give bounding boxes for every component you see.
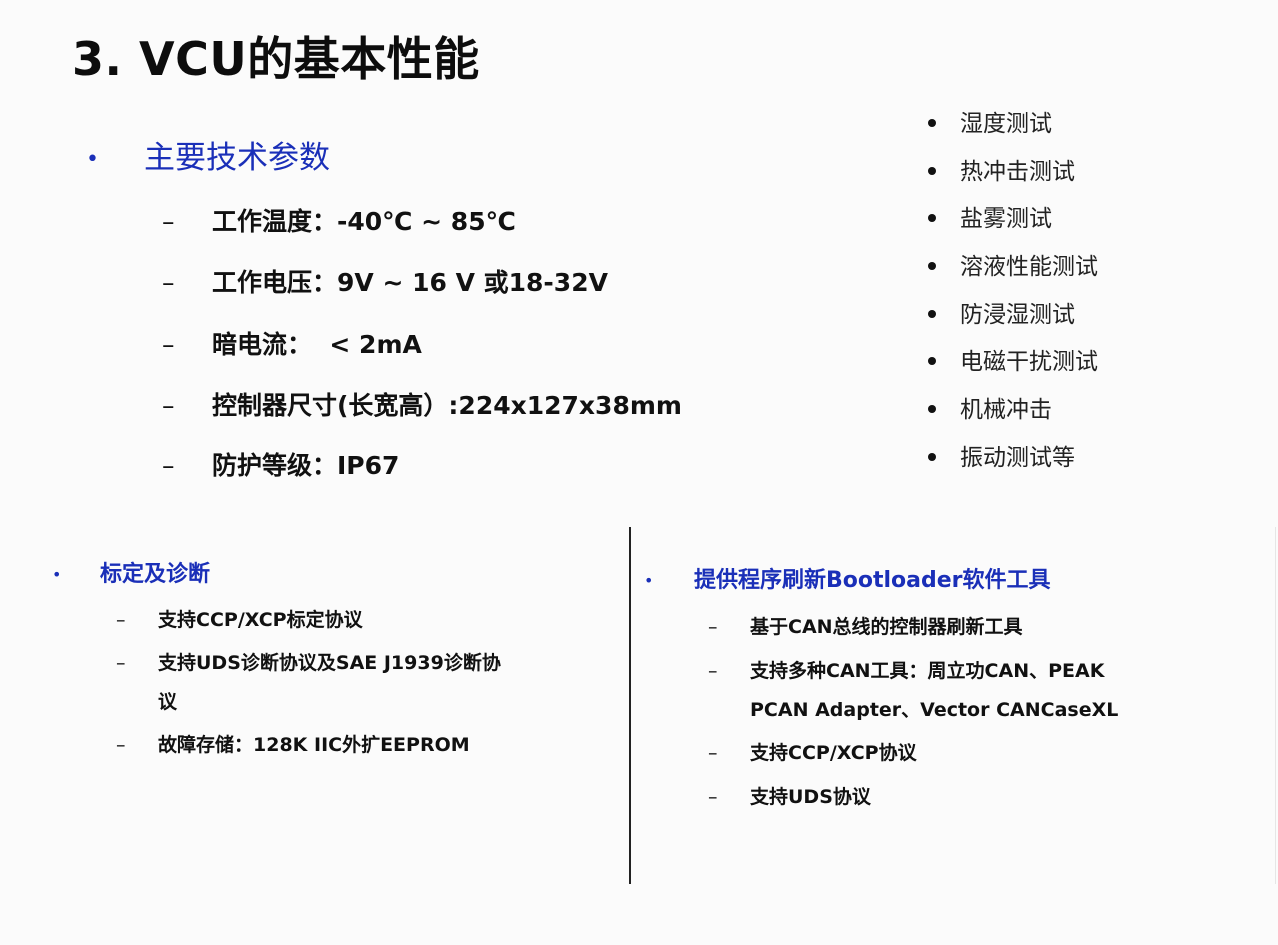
- params-heading-label: 主要技术参数: [144, 140, 330, 176]
- tests-list-item: 溶液性能测试: [928, 247, 1148, 295]
- dash-icon: –: [708, 616, 718, 638]
- test-label: 盐雾测试: [960, 206, 1052, 233]
- test-label: 电磁干扰测试: [960, 349, 1098, 376]
- tests-list: 湿度测试 热冲击测试 盐雾测试 溶液性能测试 防浸湿测试 电磁干扰测试 机械冲击…: [928, 104, 1148, 486]
- test-label: 机械冲击: [960, 397, 1052, 424]
- bootloader-item-text: 基于CAN总线的控制器刷新工具: [750, 616, 1023, 638]
- column-divider: [629, 527, 631, 884]
- bootloader-item-text: 支持多种CAN工具：周立功CAN、PEAK: [750, 660, 1105, 682]
- calibration-item: – 支持CCP/XCP标定协议: [116, 600, 363, 640]
- bootloader-item: – 支持多种CAN工具：周立功CAN、PEAK: [708, 651, 1104, 691]
- bullet-icon: •: [644, 571, 654, 590]
- dash-icon: –: [708, 742, 718, 764]
- params-heading: • 主要技术参数: [86, 136, 330, 182]
- panel-edge: [1275, 527, 1276, 884]
- bullet-icon: [928, 119, 936, 127]
- dash-icon: –: [162, 451, 175, 480]
- tests-list-item: 振动测试等: [928, 438, 1148, 486]
- bullet-icon: •: [86, 146, 99, 172]
- bootloader-item-text: 支持UDS协议: [750, 786, 871, 808]
- tests-list-item: 热冲击测试: [928, 152, 1148, 200]
- bullet-icon: [928, 357, 936, 366]
- bootloader-item: – 支持CCP/XCP协议: [708, 733, 917, 773]
- bootloader-item: – 支持UDS协议: [708, 777, 871, 817]
- calibration-item-continued: 议: [158, 682, 177, 722]
- bullet-icon: •: [52, 565, 62, 584]
- bootloader-item-continued: PCAN Adapter、Vector CANCaseXL: [750, 690, 1118, 730]
- test-label: 湿度测试: [960, 111, 1052, 137]
- dash-icon: –: [116, 609, 126, 631]
- calibration-heading: • 标定及诊断: [52, 559, 210, 591]
- test-label: 防浸湿测试: [960, 301, 1075, 328]
- bullet-icon: [928, 405, 936, 414]
- tests-list-item: 湿度测试: [928, 104, 1148, 152]
- dash-icon: –: [708, 786, 718, 808]
- page-title: 3. VCU的基本性能: [72, 32, 480, 86]
- dash-icon: –: [116, 734, 126, 756]
- bootloader-heading-label: 提供程序刷新Bootloader软件工具: [694, 568, 1051, 593]
- dash-icon: –: [708, 660, 718, 682]
- calibration-item-text: 议: [158, 691, 178, 713]
- param-item: – 工作温度：-40℃ ~ 85℃: [162, 204, 516, 240]
- param-item-text: 工作电压：9V ~ 16 V 或18-32V: [212, 268, 608, 297]
- bootloader-item-text: PCAN Adapter、Vector CANCaseXL: [750, 699, 1119, 721]
- bullet-icon: [928, 309, 936, 318]
- bootloader-item-text: 支持CCP/XCP协议: [750, 742, 917, 764]
- test-label: 热冲击测试: [960, 158, 1075, 185]
- param-item-text: 控制器尺寸(长宽高）:224x127x38mm: [212, 391, 682, 420]
- calibration-item-text: 故障存储：128K IIC外扩EEPROM: [158, 734, 470, 756]
- param-item-text: 防护等级：IP67: [212, 451, 400, 480]
- tests-list-item: 防浸湿测试: [928, 295, 1148, 343]
- test-label: 振动测试等: [960, 444, 1075, 471]
- test-label: 溶液性能测试: [960, 254, 1098, 281]
- param-item: – 暗电流： < 2mA: [162, 327, 422, 363]
- param-item: – 工作电压：9V ~ 16 V 或18-32V: [162, 265, 608, 301]
- bullet-icon: [928, 166, 936, 175]
- param-item: – 防护等级：IP67: [162, 448, 399, 484]
- calibration-item-text: 支持CCP/XCP标定协议: [158, 609, 363, 631]
- calibration-item: – 支持UDS诊断协议及SAE J1939诊断协: [116, 643, 501, 683]
- calibration-item: – 故障存储：128K IIC外扩EEPROM: [116, 725, 470, 765]
- bullet-icon: [928, 452, 936, 461]
- param-item-text: 暗电流： < 2mA: [212, 330, 422, 359]
- dash-icon: –: [162, 268, 175, 297]
- bullet-icon: [928, 214, 936, 223]
- param-item: – 控制器尺寸(长宽高）:224x127x38mm: [162, 388, 682, 424]
- tests-list-item: 盐雾测试: [928, 199, 1148, 247]
- bootloader-heading: • 提供程序刷新Bootloader软件工具: [644, 565, 1051, 597]
- dash-icon: –: [162, 330, 175, 359]
- bootloader-item: – 基于CAN总线的控制器刷新工具: [708, 607, 1023, 647]
- calibration-item-text: 支持UDS诊断协议及SAE J1939诊断协: [158, 652, 501, 674]
- tests-list-item: 机械冲击: [928, 390, 1148, 438]
- dash-icon: –: [116, 652, 126, 674]
- dash-icon: –: [162, 391, 175, 420]
- bullet-icon: [928, 262, 936, 271]
- tests-list-item: 电磁干扰测试: [928, 342, 1148, 390]
- dash-icon: –: [162, 207, 175, 236]
- param-item-text: 工作温度：-40℃ ~ 85℃: [212, 207, 516, 236]
- calibration-heading-label: 标定及诊断: [100, 562, 211, 587]
